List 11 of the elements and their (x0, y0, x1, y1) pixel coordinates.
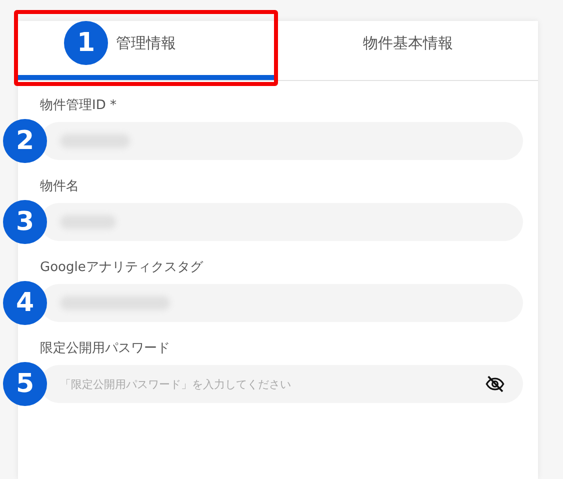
eye-slash-icon[interactable] (485, 374, 505, 394)
field-label: 物件管理ID * (40, 97, 118, 115)
field-label: Googleアナリティクスタグ (40, 259, 204, 277)
callout-number: 3 (3, 200, 47, 244)
tab[interactable]: 物件基本情報 (278, 21, 538, 80)
callout-number: 5 (3, 362, 47, 406)
field-label: 物件名 (40, 178, 80, 196)
field-label: 限定公開用パスワード (40, 340, 171, 358)
callout-number: 1 (64, 21, 108, 65)
callout-number: 4 (3, 281, 47, 325)
callout-number: 2 (3, 119, 47, 163)
